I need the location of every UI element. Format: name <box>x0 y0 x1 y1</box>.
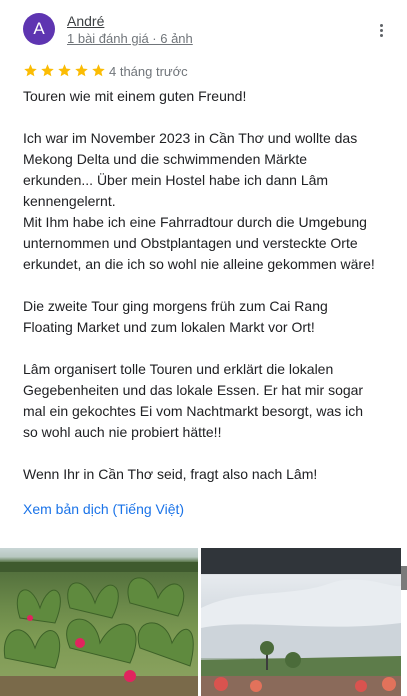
review-photo[interactable] <box>0 548 198 696</box>
star-icon <box>40 63 55 78</box>
star-icon <box>57 63 72 78</box>
star-rating <box>23 63 108 81</box>
avatar[interactable]: A <box>23 13 55 45</box>
review-paragraph: Ich war im November 2023 in Cần Thơ und … <box>23 130 375 272</box>
author-meta[interactable]: 1 bài đánh giá · 6 ảnh <box>67 31 193 47</box>
review-time: 4 tháng trước <box>109 64 188 79</box>
review-paragraph: Touren wie mit einem guten Freund! <box>23 88 247 104</box>
scrollbar-thumb[interactable] <box>401 566 407 590</box>
translate-link[interactable]: Xem bản dịch (Tiếng Việt) <box>23 499 184 519</box>
star-icon <box>91 63 106 78</box>
review-paragraph: Die zweite Tour ging morgens früh zum Ca… <box>23 298 328 335</box>
star-icon <box>74 63 89 78</box>
review-paragraph: Lâm organisert tolle Touren und erklärt … <box>23 361 364 440</box>
floating-market-image <box>201 548 401 696</box>
dragon-fruit-plant-image <box>0 562 198 696</box>
review-text: Touren wie mit einem guten Freund! Ich w… <box>23 86 385 485</box>
review-header: A André 1 bài đánh giá · 6 ảnh <box>23 13 387 47</box>
review-photo[interactable] <box>201 548 401 696</box>
more-options-button[interactable] <box>375 21 387 39</box>
review-paragraph: Wenn Ihr in Cần Thơ seid, fragt also nac… <box>23 466 318 482</box>
star-icon <box>23 63 38 78</box>
review-card: A André 1 bài đánh giá · 6 ảnh 4 tháng t… <box>0 0 407 696</box>
author-name[interactable]: André <box>67 13 104 30</box>
